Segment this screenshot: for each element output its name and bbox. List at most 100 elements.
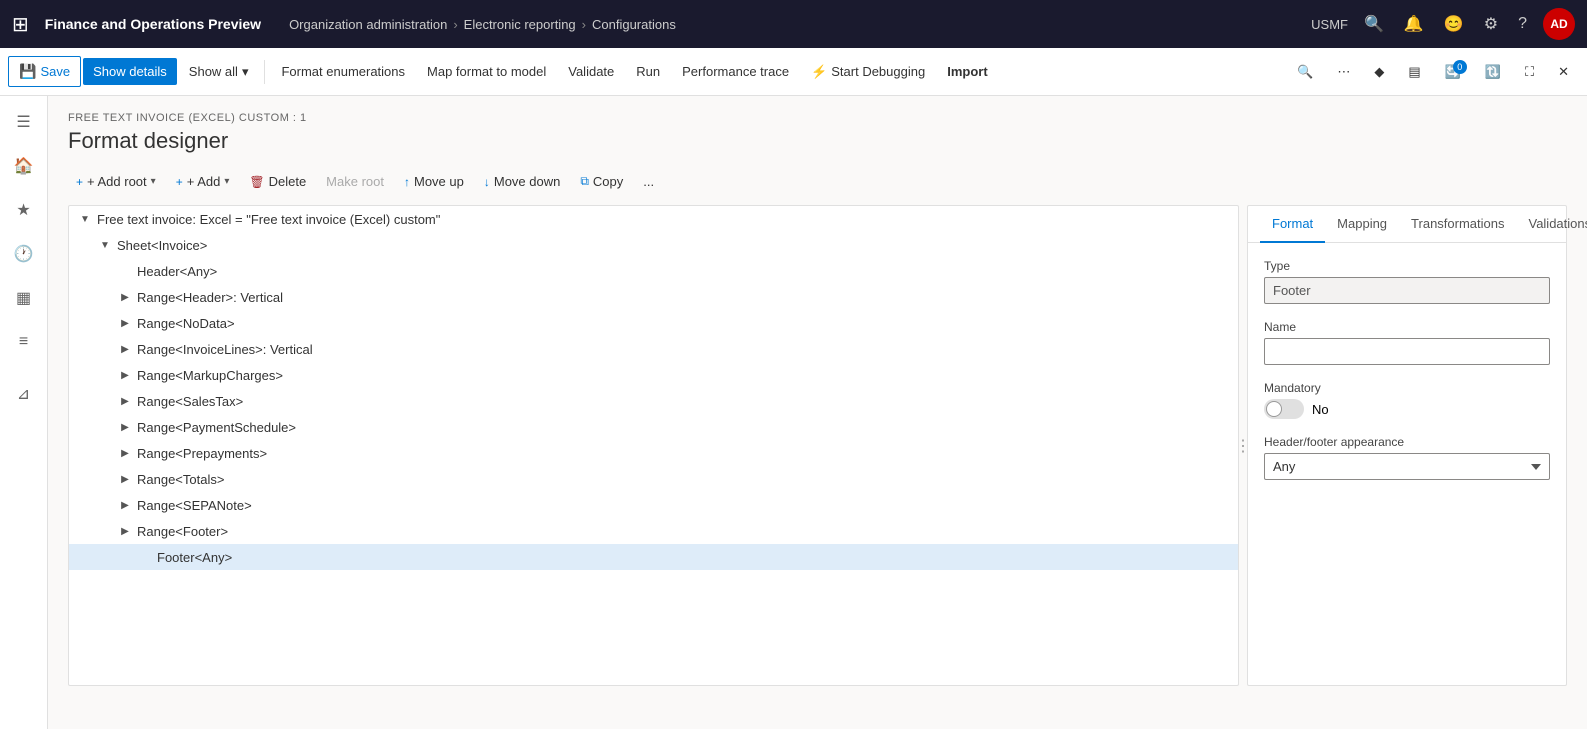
tree-item[interactable]: ▶Range<Footer> [69, 518, 1238, 544]
tree-item[interactable]: ▼ Sheet<Invoice> [69, 232, 1238, 258]
sidebar-recent-icon[interactable]: 🕐 [6, 236, 42, 272]
tree-item[interactable]: ▶ Range<SalesTax> [69, 388, 1238, 414]
show-all-chevron: ▾ [242, 64, 249, 80]
top-nav-right: USMF 🔍 🔔 😊 ⚙ ? AD [1311, 8, 1575, 40]
validate-button[interactable]: Validate [558, 58, 624, 85]
move-down-button[interactable]: ↓ Move down [476, 170, 568, 193]
tab-format[interactable]: Format [1260, 206, 1325, 243]
mandatory-label: Mandatory [1264, 381, 1550, 395]
diamond-cmd-icon[interactable]: ◆ [1364, 58, 1394, 86]
start-debugging-button[interactable]: ⚡ Start Debugging [801, 58, 935, 86]
cmd-separator-1 [264, 60, 265, 84]
pane-cmd-icon[interactable]: ▤ [1398, 58, 1430, 86]
tree-item[interactable]: ▶Range<NoData> [69, 310, 1238, 336]
sidebar-modules-icon[interactable]: ≡ [6, 324, 42, 360]
tree-item-label: Range<Header>: Vertical [137, 290, 1230, 305]
tree-item[interactable]: Header<Any> [69, 258, 1238, 284]
emoji-icon[interactable]: 😊 [1440, 10, 1468, 38]
expand-icon[interactable]: ▼ [97, 237, 113, 253]
expand-icon[interactable]: ▶ [117, 315, 133, 331]
tree-item[interactable]: ▶ Range<Header>: Vertical [69, 284, 1238, 310]
tree-item-label: Range<SalesTax> [137, 394, 1230, 409]
save-button[interactable]: 💾 Save [8, 56, 81, 87]
left-sidebar: ☰ 🏠 ★ 🕐 ▦ ≡ ⊿ [0, 96, 48, 729]
panel-divider[interactable] [1239, 205, 1247, 686]
tree-item-label: Range<SEPANote> [137, 498, 1230, 513]
avatar[interactable]: AD [1543, 8, 1575, 40]
header-footer-select[interactable]: AnyOdd pagesEven pagesFirst pageLast pag… [1264, 453, 1550, 480]
expand-icon[interactable]: ▶ [117, 419, 133, 435]
expand-icon[interactable]: ▶ [117, 471, 133, 487]
breadcrumb-configurations[interactable]: Configurations [592, 17, 676, 32]
badge-cmd-icon[interactable]: 🔄 0 [1435, 58, 1471, 86]
notification-icon[interactable]: 🔔 [1400, 10, 1428, 38]
more-cmd-icon[interactable]: ⋯ [1327, 58, 1360, 86]
add-root-button[interactable]: + + Add root ▾ [68, 170, 164, 193]
expand-icon[interactable]: ▶ [117, 523, 133, 539]
expand-icon[interactable]: ▶ [117, 393, 133, 409]
map-format-button[interactable]: Map format to model [417, 58, 556, 85]
breadcrumb-org-admin[interactable]: Organization administration [289, 17, 447, 32]
format-enumerations-button[interactable]: Format enumerations [271, 58, 415, 85]
tree-item-label: Sheet<Invoice> [117, 238, 1230, 253]
search-icon-nav[interactable]: 🔍 [1360, 10, 1388, 38]
performance-trace-button[interactable]: Performance trace [672, 58, 799, 85]
tree-item[interactable]: ▶ Range<SEPANote> [69, 492, 1238, 518]
move-up-button[interactable]: ↑ Move up [396, 170, 472, 193]
close-cmd-icon[interactable]: ✕ [1548, 58, 1579, 86]
sidebar-workspaces-icon[interactable]: ▦ [6, 280, 42, 316]
save-icon: 💾 [19, 63, 36, 80]
expand-icon[interactable]: ▶ [117, 497, 133, 513]
tab-validations[interactable]: Validations [1516, 206, 1587, 243]
tree-item[interactable]: ▶ Range<PaymentSchedule> [69, 414, 1238, 440]
breadcrumb-electronic-reporting[interactable]: Electronic reporting [464, 17, 576, 32]
settings-icon[interactable]: ⚙ [1480, 10, 1502, 38]
tree-item[interactable]: ▶ Range<MarkupCharges> [69, 362, 1238, 388]
sidebar-home-icon[interactable]: 🏠 [6, 148, 42, 184]
breadcrumb-sep-1: › [453, 17, 457, 32]
expand-icon[interactable]: ▼ [77, 211, 93, 227]
expand-icon[interactable]: ▶ [117, 289, 133, 305]
more-tool-button[interactable]: ... [635, 170, 662, 193]
expand-icon[interactable]: ▶ [117, 367, 133, 383]
tree-item[interactable]: Footer<Any> [69, 544, 1238, 570]
name-input[interactable] [1264, 338, 1550, 365]
refresh-cmd-icon[interactable]: 🔃 [1475, 58, 1511, 86]
command-bar: 💾 Save Show details Show all ▾ Format en… [0, 48, 1587, 96]
tab-transformations[interactable]: Transformations [1399, 206, 1516, 243]
tree-item-label: Range<MarkupCharges> [137, 368, 1230, 383]
sidebar-favorites-icon[interactable]: ★ [6, 192, 42, 228]
move-down-icon: ↓ [484, 175, 490, 189]
type-input[interactable] [1264, 277, 1550, 304]
tree-item[interactable]: ▶Range<Prepayments> [69, 440, 1238, 466]
debug-icon: ⚡ [811, 64, 827, 80]
designer-toolbar: + + Add root ▾ + + Add ▾ 🗑 Delete Make r… [68, 170, 1567, 193]
add-button[interactable]: + + Add ▾ [168, 170, 238, 193]
sidebar-menu-icon[interactable]: ☰ [6, 104, 42, 140]
sidebar-filter-icon[interactable]: ⊿ [6, 376, 42, 412]
tree-item[interactable]: ▶Range<Totals> [69, 466, 1238, 492]
expand-icon[interactable]: ▶ [117, 341, 133, 357]
expand-icon[interactable]: ▶ [117, 445, 133, 461]
move-up-icon: ↑ [404, 175, 410, 189]
show-all-button[interactable]: Show all ▾ [179, 58, 259, 86]
copy-button[interactable]: ⧉ Copy [572, 170, 631, 193]
import-button[interactable]: Import [937, 58, 997, 85]
type-label: Type [1264, 259, 1550, 273]
search-cmd-icon[interactable]: 🔍 [1287, 58, 1323, 86]
tree-item-label: Range<PaymentSchedule> [137, 420, 1230, 435]
tab-mapping[interactable]: Mapping [1325, 206, 1399, 243]
run-button[interactable]: Run [626, 58, 670, 85]
waffle-icon[interactable]: ⊞ [12, 12, 29, 37]
help-icon[interactable]: ? [1514, 11, 1531, 37]
mandatory-toggle[interactable] [1264, 399, 1304, 419]
delete-button[interactable]: 🗑 Delete [241, 170, 314, 193]
tree-item[interactable]: ▼Free text invoice: Excel = "Free text i… [69, 206, 1238, 232]
page-title: Format designer [68, 128, 1567, 154]
popout-cmd-icon[interactable]: ⛶ [1515, 58, 1544, 86]
toggle-knob [1266, 401, 1282, 417]
add-chevron: ▾ [224, 176, 229, 187]
name-label: Name [1264, 320, 1550, 334]
tree-item[interactable]: ▶Range<InvoiceLines>: Vertical [69, 336, 1238, 362]
show-details-button[interactable]: Show details [83, 58, 177, 85]
